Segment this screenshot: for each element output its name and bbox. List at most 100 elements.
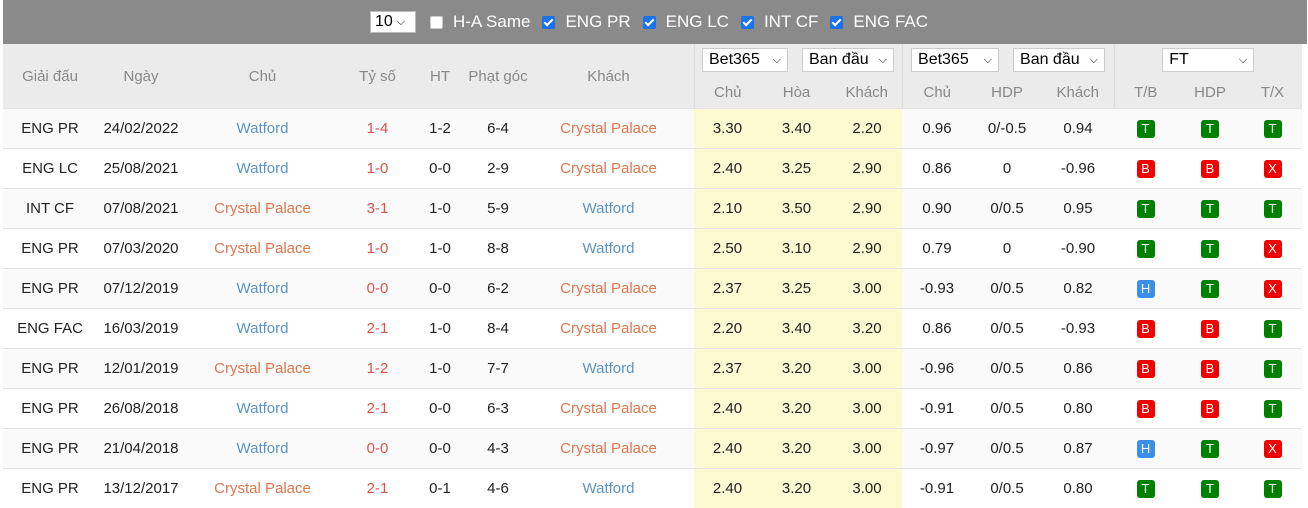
chevron-down-icon: ⌵ <box>1090 54 1098 67</box>
checkbox-eng-pr[interactable] <box>542 16 555 29</box>
cell-home-team-text[interactable]: Crystal Palace <box>214 240 311 257</box>
cell-away-team-text[interactable]: Crystal Palace <box>560 400 657 417</box>
cell-away-team[interactable]: Crystal Palace <box>531 149 686 189</box>
cell-score: 0-0 <box>340 429 415 469</box>
col-header-odds-home: Chủ <box>694 76 761 109</box>
cell-corners: 6-3 <box>465 389 531 429</box>
cell-odds-home: 3.30 <box>694 109 761 149</box>
cell-away-team-text[interactable]: Crystal Palace <box>560 160 657 177</box>
cell-home-team-text[interactable]: Watford <box>237 320 289 337</box>
odds2-type-select[interactable]: Ban đầu⌵ <box>1013 48 1105 72</box>
cell-home-team-text[interactable]: Watford <box>237 440 289 457</box>
cell-home-team-text[interactable]: Watford <box>237 160 289 177</box>
cell-hdp-line: 0/-0.5 <box>972 109 1042 149</box>
cell-hdp-line: 0 <box>972 149 1042 189</box>
cell-halftime: 0-1 <box>415 469 465 508</box>
cell-home-team[interactable]: Crystal Palace <box>185 469 340 508</box>
cell-league: ENG PR <box>3 109 97 149</box>
cell-spacer <box>686 189 694 229</box>
cell-date-text: 07/12/2019 <box>103 280 178 297</box>
cell-spacer <box>686 269 694 309</box>
cell-corners-text: 8-4 <box>487 320 509 337</box>
cell-odds-away: 3.00 <box>832 469 902 508</box>
cell-home-team-text[interactable]: Crystal Palace <box>214 200 311 217</box>
cell-score: 1-4 <box>340 109 415 149</box>
cell-away-team-text[interactable]: Watford <box>583 200 635 217</box>
col-header-tb: T/B <box>1114 76 1177 109</box>
table-row: ENG LC25/08/2021Watford1-00-02-9Crystal … <box>3 149 1302 189</box>
h2h-panel: 10 ⌵ H-A Same ENG PR ENG LC INT CF ENG F… <box>3 0 1307 508</box>
chevron-down-icon: ⌵ <box>1239 54 1247 67</box>
cell-home-team[interactable]: Watford <box>185 149 340 189</box>
cell-away-team[interactable]: Watford <box>531 349 686 389</box>
cell-away-team[interactable]: Crystal Palace <box>531 429 686 469</box>
cell-hdp-away: -0.90 <box>1042 229 1114 269</box>
cell-corners-text: 6-2 <box>487 280 509 297</box>
result-badge-tx: T <box>1264 480 1282 498</box>
cell-away-team-text[interactable]: Watford <box>583 480 635 497</box>
cell-date-text: 21/04/2018 <box>103 440 178 457</box>
cell-hdp-line-text: 0/0.5 <box>990 440 1023 457</box>
cell-away-team[interactable]: Crystal Palace <box>531 109 686 149</box>
cell-hdp-away: 0.86 <box>1042 349 1114 389</box>
col-header-away: Khách <box>531 44 686 109</box>
odds1-bookmaker-select[interactable]: Bet365⌵ <box>702 48 788 72</box>
cell-away-team-text[interactable]: Crystal Palace <box>560 280 657 297</box>
filter-eng-pr[interactable]: ENG PR <box>542 12 634 32</box>
cell-home-team[interactable]: Watford <box>185 109 340 149</box>
cell-home-team-text[interactable]: Watford <box>237 400 289 417</box>
cell-away-team-text[interactable]: Watford <box>583 360 635 377</box>
cell-hdp-line-text: 0/0.5 <box>990 320 1023 337</box>
cell-away-team-text[interactable]: Crystal Palace <box>560 320 657 337</box>
filter-int-cf[interactable]: INT CF <box>741 12 822 32</box>
cell-away-team-text[interactable]: Watford <box>583 240 635 257</box>
cell-away-team[interactable]: Watford <box>531 469 686 508</box>
cell-home-team[interactable]: Watford <box>185 309 340 349</box>
checkbox-eng-lc[interactable] <box>643 16 656 29</box>
odds1-type-value: Ban đầu <box>809 51 869 69</box>
cell-halftime: 0-0 <box>415 389 465 429</box>
cell-score: 2-1 <box>340 389 415 429</box>
cell-home-team[interactable]: Watford <box>185 389 340 429</box>
cell-away-team-text[interactable]: Crystal Palace <box>560 120 657 137</box>
cell-away-team[interactable]: Crystal Palace <box>531 269 686 309</box>
cell-home-team-text[interactable]: Crystal Palace <box>214 360 311 377</box>
filter-eng-lc[interactable]: ENG LC <box>643 12 733 32</box>
cell-home-team[interactable]: Crystal Palace <box>185 229 340 269</box>
cell-league: ENG LC <box>3 149 97 189</box>
cell-away-team[interactable]: Crystal Palace <box>531 389 686 429</box>
result-type-select[interactable]: FT⌵ <box>1162 48 1254 72</box>
cell-home-team[interactable]: Watford <box>185 269 340 309</box>
cell-hdp-away: 0.87 <box>1042 429 1114 469</box>
cell-home-team[interactable]: Crystal Palace <box>185 349 340 389</box>
cell-away-team[interactable]: Watford <box>531 229 686 269</box>
cell-home-team[interactable]: Crystal Palace <box>185 189 340 229</box>
odds1-type-select[interactable]: Ban đầu⌵ <box>802 48 894 72</box>
filter-ha-same[interactable]: H-A Same <box>430 12 534 32</box>
cell-odds-draw: 3.20 <box>761 349 832 389</box>
cell-score-text: 2-1 <box>367 480 389 497</box>
odds2-bookmaker-select[interactable]: Bet365⌵ <box>911 48 999 72</box>
checkbox-int-cf[interactable] <box>741 16 754 29</box>
checkbox-ha-same[interactable] <box>430 16 443 29</box>
cell-hdp-home-text: 0.79 <box>922 240 951 257</box>
cell-league: ENG PR <box>3 229 97 269</box>
cell-away-team[interactable]: Crystal Palace <box>531 309 686 349</box>
cell-home-team-text[interactable]: Watford <box>237 120 289 137</box>
filter-eng-fac[interactable]: ENG FAC <box>830 12 932 32</box>
cell-date-text: 12/01/2019 <box>103 360 178 377</box>
cell-odds-draw: 3.20 <box>761 429 832 469</box>
cell-hdp-away-text: 0.80 <box>1063 400 1092 417</box>
cell-hdp-line: 0/0.5 <box>972 349 1042 389</box>
cell-home-team-text[interactable]: Crystal Palace <box>214 480 311 497</box>
cell-home-team-text[interactable]: Watford <box>237 280 289 297</box>
cell-home-team[interactable]: Watford <box>185 429 340 469</box>
checkbox-eng-fac[interactable] <box>830 16 843 29</box>
cell-odds-home-text: 2.40 <box>713 400 742 417</box>
match-count-select[interactable]: 10 ⌵ <box>370 11 416 33</box>
cell-away-team[interactable]: Watford <box>531 189 686 229</box>
cell-odds-home-text: 2.40 <box>713 480 742 497</box>
cell-spacer <box>686 309 694 349</box>
cell-away-team-text[interactable]: Crystal Palace <box>560 440 657 457</box>
cell-hdp-home: -0.91 <box>902 389 972 429</box>
